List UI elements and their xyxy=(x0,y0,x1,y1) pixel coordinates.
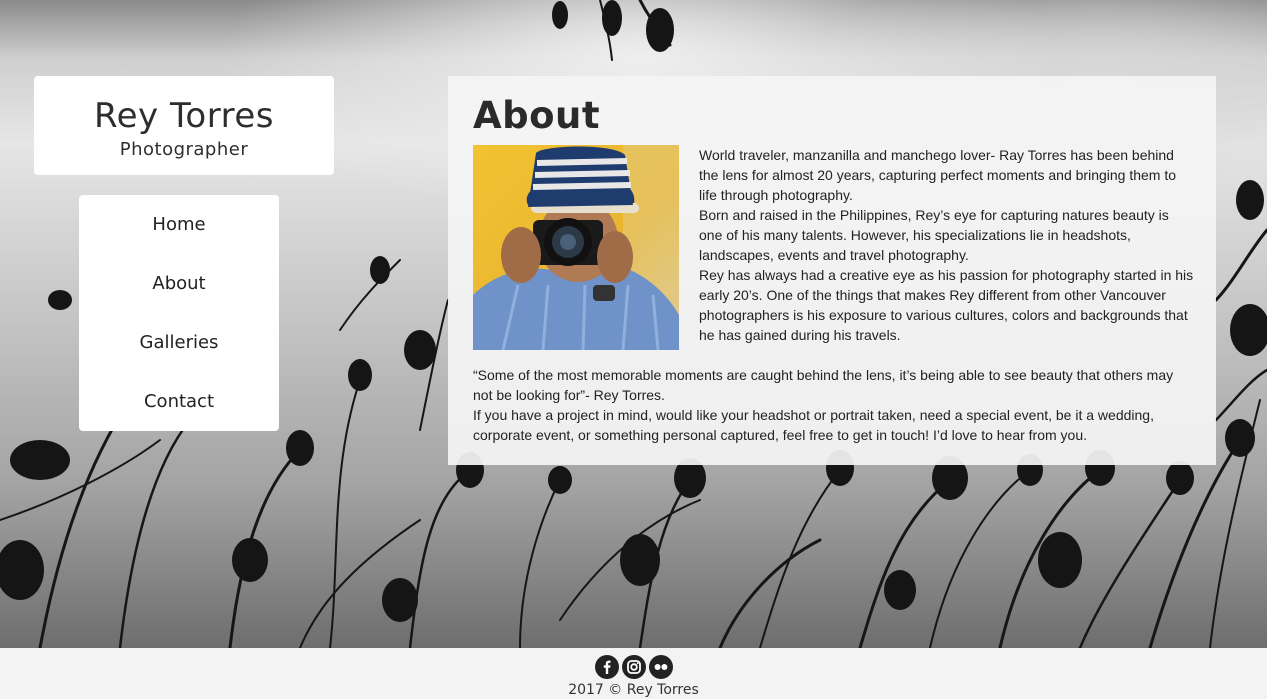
call-to-action-paragraph: If you have a project in mind, would lik… xyxy=(473,407,1154,443)
nav-item-contact[interactable]: Contact xyxy=(79,372,279,431)
instagram-icon xyxy=(627,660,641,674)
bio-paragraph: Born and raised in the Philippines, Rey’… xyxy=(699,207,1169,263)
social-links xyxy=(595,655,673,679)
about-closing-text: “Some of the most memorable moments are … xyxy=(473,365,1196,445)
bio-paragraph: Rey has always had a creative eye as his… xyxy=(699,267,1194,343)
site-footer: 2017 © Rey Torres xyxy=(0,648,1267,699)
site-brand[interactable]: Rey Torres Photographer xyxy=(34,76,334,175)
nav-item-galleries[interactable]: Galleries xyxy=(79,313,279,372)
photographer-portrait xyxy=(473,145,679,350)
bio-paragraph: World traveler, manzanilla and manchego … xyxy=(699,147,1177,203)
main-navigation: Home About Galleries Contact xyxy=(79,195,279,431)
facebook-icon xyxy=(603,660,611,674)
bio-text: World traveler, manzanilla and manchego … xyxy=(699,145,1196,345)
flickr-icon[interactable] xyxy=(649,655,673,679)
site-tagline: Photographer xyxy=(119,139,249,160)
site-title[interactable]: Rey Torres xyxy=(34,76,334,136)
about-panel: About World traveler, manzanilla and man… xyxy=(448,76,1216,465)
quote-paragraph: “Some of the most memorable moments are … xyxy=(473,367,1174,403)
instagram-icon[interactable] xyxy=(622,655,646,679)
nav-item-home[interactable]: Home xyxy=(79,195,279,254)
facebook-icon[interactable] xyxy=(595,655,619,679)
page-title: About xyxy=(473,94,601,137)
nav-item-about[interactable]: About xyxy=(79,254,279,313)
copyright-text: 2017 © Rey Torres xyxy=(568,682,699,698)
flickr-icon xyxy=(654,664,668,670)
photographer-portrait-image xyxy=(473,145,679,350)
